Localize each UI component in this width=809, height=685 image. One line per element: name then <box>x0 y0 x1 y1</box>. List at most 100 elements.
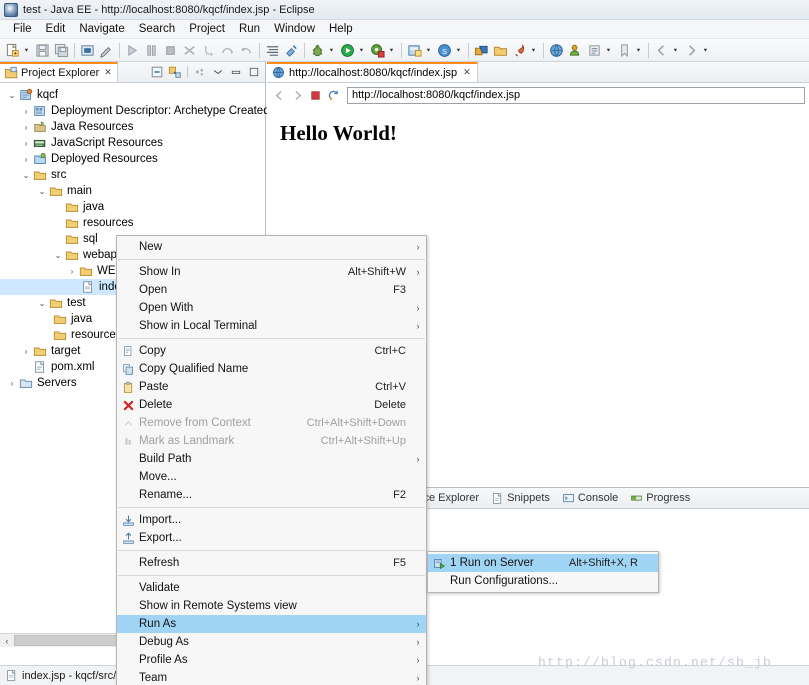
menu-edit[interactable]: Edit <box>39 22 73 36</box>
new-document-icon[interactable] <box>4 42 21 59</box>
menu-item-validate[interactable]: Validate <box>117 579 426 597</box>
web-browser-toolbar-icon[interactable] <box>548 42 565 59</box>
collapse-all-icon[interactable] <box>149 64 165 80</box>
profile-icon[interactable] <box>567 42 584 59</box>
forward-arrow-icon[interactable] <box>289 87 305 103</box>
twisty-expanded-icon[interactable]: ⌄ <box>52 248 64 262</box>
suspend-icon[interactable] <box>143 42 160 59</box>
step-return-icon[interactable] <box>238 42 255 59</box>
tree-row[interactable]: ⌄ src <box>0 167 265 183</box>
close-icon[interactable]: ✕ <box>463 67 471 78</box>
new-java-dropdown-arrow[interactable] <box>424 42 433 58</box>
twisty-collapsed-icon[interactable]: › <box>20 104 32 118</box>
menu-navigate[interactable]: Navigate <box>72 22 131 36</box>
submenu-item-run-on-server[interactable]: 1 Run on Server Alt+Shift+X, R <box>428 554 658 572</box>
menu-item-open-with[interactable]: Open With › <box>117 299 426 317</box>
tree-row[interactable]: resources <box>0 215 265 231</box>
menu-item-run-as[interactable]: Run As › <box>117 615 426 633</box>
menu-item-team[interactable]: Team › <box>117 669 426 685</box>
stop-icon[interactable] <box>307 87 323 103</box>
menu-item-show-in-remote-systems-view[interactable]: Show in Remote Systems view <box>117 597 426 615</box>
run-dropdown-arrow[interactable] <box>357 42 366 58</box>
twisty-collapsed-icon[interactable]: › <box>20 120 32 134</box>
tree-row[interactable]: › Java Resources <box>0 119 265 135</box>
forward-icon[interactable] <box>683 42 700 59</box>
tree-row-selected[interactable]: index.jsp <box>0 279 144 295</box>
new-java-project-icon[interactable] <box>406 42 423 59</box>
back-arrow-icon[interactable] <box>271 87 287 103</box>
save-icon[interactable] <box>34 42 51 59</box>
bookmark-dropdown-arrow[interactable] <box>634 42 643 58</box>
debug-icon[interactable] <box>309 42 326 59</box>
menu-item-refresh[interactable]: Refresh F5 <box>117 554 426 572</box>
scroll-left-icon[interactable]: ‹ <box>0 636 14 646</box>
twisty-collapsed-icon[interactable]: › <box>20 136 32 150</box>
bookmark-icon[interactable] <box>616 42 633 59</box>
tree-row[interactable]: ⌄ kqcf <box>0 87 265 103</box>
menu-run[interactable]: Run <box>232 22 267 36</box>
resume-icon[interactable] <box>124 42 141 59</box>
menu-item-copy[interactable]: Copy Ctrl+C <box>117 342 426 360</box>
twisty-collapsed-icon[interactable]: › <box>20 152 32 166</box>
menu-item-move[interactable]: Move... <box>117 468 426 486</box>
menu-item-rename[interactable]: Rename... F2 <box>117 486 426 504</box>
menu-item-show-in[interactable]: Show In Alt+Shift+W › <box>117 263 426 281</box>
terminate-icon[interactable] <box>162 42 179 59</box>
menu-item-debug-as[interactable]: Debug As › <box>117 633 426 651</box>
new-jsp-dropdown-arrow[interactable] <box>454 42 463 58</box>
tab-browser[interactable]: http://localhost:8080/kqcf/index.jsp ✕ <box>267 61 478 82</box>
menu-item-new[interactable]: New › <box>117 238 426 256</box>
tree-row[interactable]: › Deployed Resources <box>0 151 265 167</box>
chevron-down-icon[interactable] <box>210 64 226 80</box>
search-toolbar-icon[interactable] <box>283 42 300 59</box>
menu-item-paste[interactable]: Paste Ctrl+V <box>117 378 426 396</box>
back-icon[interactable] <box>653 42 670 59</box>
debug-dropdown-arrow[interactable] <box>327 42 336 58</box>
step-over-icon[interactable] <box>219 42 236 59</box>
menu-item-build-path[interactable]: Build Path › <box>117 450 426 468</box>
twisty-collapsed-icon[interactable]: › <box>66 264 78 278</box>
menu-search[interactable]: Search <box>132 22 182 36</box>
annotation-dropdown-arrow[interactable] <box>604 42 613 58</box>
run-server-icon[interactable] <box>369 42 386 59</box>
maximize-icon[interactable] <box>246 64 262 80</box>
url-input[interactable]: http://localhost:8080/kqcf/index.jsp <box>347 86 805 104</box>
menu-item-delete[interactable]: Delete Delete <box>117 396 426 414</box>
disconnect-icon[interactable] <box>181 42 198 59</box>
tree-row[interactable]: ⌄ main <box>0 183 265 199</box>
new-jsp-icon[interactable]: S <box>436 42 453 59</box>
tab-snippets[interactable]: Snippets <box>485 488 556 508</box>
twisty-expanded-icon[interactable]: ⌄ <box>20 168 32 182</box>
menu-item-export[interactable]: Export... <box>117 529 426 547</box>
save-all-icon[interactable] <box>53 42 70 59</box>
refresh-icon[interactable] <box>325 87 341 103</box>
twisty-collapsed-icon[interactable]: › <box>6 376 18 390</box>
tab-progress[interactable]: Progress <box>624 488 696 508</box>
folder-open-toolbar-icon[interactable] <box>492 42 509 59</box>
back-dropdown-arrow[interactable] <box>671 42 680 58</box>
menu-help[interactable]: Help <box>322 22 360 36</box>
quick-access-icon[interactable] <box>98 42 115 59</box>
close-icon[interactable]: ✕ <box>104 67 112 78</box>
tree-row[interactable]: java <box>0 199 265 215</box>
twisty-expanded-icon[interactable]: ⌄ <box>36 184 48 198</box>
step-into-icon[interactable] <box>200 42 217 59</box>
menu-item-copy-qualified-name[interactable]: Copy Qualified Name <box>117 360 426 378</box>
menu-window[interactable]: Window <box>267 22 322 36</box>
view-menu-icon[interactable] <box>192 64 208 80</box>
menu-project[interactable]: Project <box>182 22 232 36</box>
tree-row[interactable]: › Deployment Descriptor: Archetype Creat… <box>0 103 284 119</box>
run-icon[interactable] <box>339 42 356 59</box>
deploy-dropdown-arrow[interactable] <box>529 42 538 58</box>
twisty-collapsed-icon[interactable]: › <box>20 344 32 358</box>
new-dropdown-arrow[interactable] <box>22 42 31 58</box>
submenu-item-run-configurations[interactable]: Run Configurations... <box>428 572 658 590</box>
twisty-expanded-icon[interactable]: ⌄ <box>36 296 48 310</box>
tab-project-explorer[interactable]: Project Explorer ✕ <box>0 61 118 82</box>
deploy-icon[interactable] <box>511 42 528 59</box>
link-with-editor-icon[interactable] <box>167 64 183 80</box>
menu-item-profile-as[interactable]: Profile As › <box>117 651 426 669</box>
tree-row[interactable]: › JavaScript Resources <box>0 135 265 151</box>
run-server-dropdown-arrow[interactable] <box>387 42 396 58</box>
minimize-icon[interactable] <box>228 64 244 80</box>
